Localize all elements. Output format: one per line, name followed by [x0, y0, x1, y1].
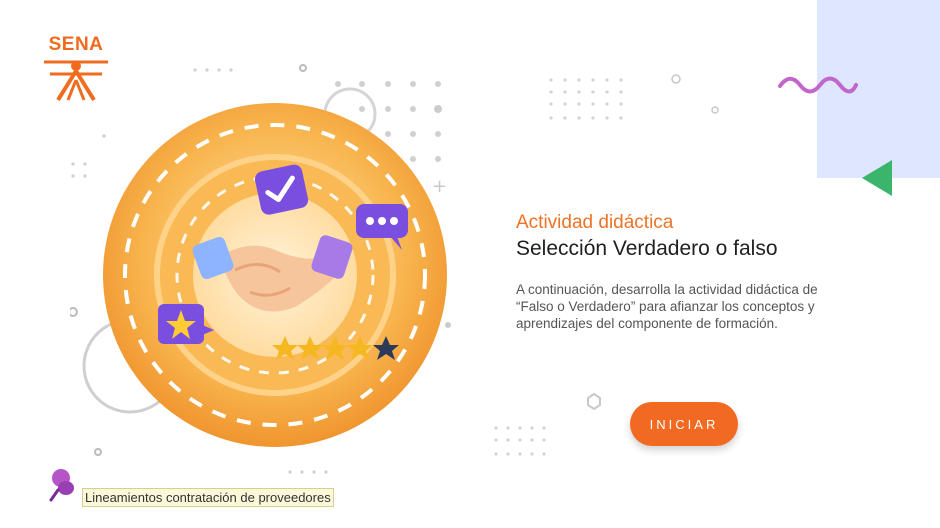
handshake-medal-illustration — [103, 103, 447, 447]
activity-description: A continuación, desarrolla la actividad … — [516, 282, 818, 331]
activity-title: Selección Verdadero o falso — [516, 237, 778, 260]
logo-text: SENA — [48, 34, 104, 55]
guidelines-link[interactable]: Lineamientos contratación de proveedores — [82, 488, 334, 507]
start-button[interactable]: INICIAR — [630, 402, 738, 446]
triangle-icon — [862, 160, 892, 196]
dot-grid-bottom — [494, 392, 601, 456]
pushpin-icon — [49, 469, 74, 502]
activity-label: Actividad didáctica — [516, 212, 674, 233]
squiggle-icon — [778, 76, 858, 94]
dot-grid-top — [549, 74, 719, 120]
